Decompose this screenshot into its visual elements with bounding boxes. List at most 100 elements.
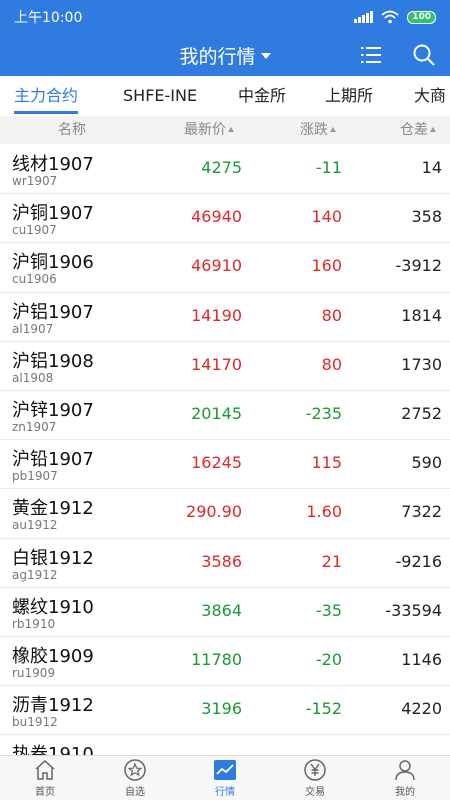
last-price: 3196 [201,699,242,719]
last-price: 46940 [191,207,242,227]
contract-name: 热卷1910 [12,744,94,755]
nav-profile[interactable]: 我的 [360,756,450,800]
price-change: 115 [311,453,342,473]
last-price: 14170 [191,354,242,374]
price-change: 140 [311,207,342,227]
title-bar: 我的行情 [0,34,450,76]
contract-code: zn1907 [12,419,57,434]
open-interest-change: 1730 [401,354,442,374]
table-row[interactable]: 沪铅1907 pb1907 16245 115 590 [0,440,450,490]
table-row[interactable]: 沥青1912 bu1912 3196 -152 4220 [0,686,450,736]
contract-code: cu1907 [12,223,57,238]
open-interest-change: 14 [421,158,442,177]
table-row[interactable]: 沪铜1907 cu1907 46940 140 358 [0,194,450,244]
open-interest-change: 2752 [401,403,442,423]
sort-icon [430,127,436,132]
contract-code: wr1907 [12,174,58,188]
table-row[interactable]: 螺纹1910 rb1910 3864 -35 -33594 [0,588,450,637]
nav-watchlist[interactable]: 自选 [90,756,180,800]
nav-label: 自选 [125,787,145,798]
table-row[interactable]: 橡胶1909 ru1909 11780 -20 1146 [0,637,450,687]
open-interest-change: 7322 [401,502,442,522]
price-change: -152 [305,699,342,719]
open-interest-change: -9216 [395,551,443,571]
contract-name: 黄金1912 [12,498,94,520]
contract-code: pb1907 [12,469,58,484]
contract-name: 螺纹1910 [12,596,94,618]
star-icon [124,759,146,781]
chart-icon [214,760,236,780]
last-price: 46910 [191,256,242,276]
table-row[interactable]: 沪铜1906 cu1906 46910 160 -3912 [0,243,450,293]
open-interest-change: 1814 [401,305,442,325]
nav-market[interactable]: 行情 [180,756,270,800]
price-change: 21 [321,551,342,571]
last-price: 20145 [191,403,242,423]
contract-code: ag1912 [12,567,58,582]
column-name: 名称 [58,122,86,138]
contract-name: 橡胶1909 [12,645,94,667]
price-change: -235 [305,403,342,423]
nav-label: 首页 [35,787,55,798]
nav-label: 交易 [305,787,325,798]
price-change: 1.60 [306,502,342,522]
column-oi-label: 仓差 [400,122,428,138]
price-change: -35 [315,600,342,620]
quote-list: 线材1907 wr1907 4275 -11 14 沪铜1907 cu1907 46940 14… [0,145,450,755]
user-icon [395,760,415,781]
column-price-label: 最新价 [184,122,226,138]
contract-name: 沪铜1907 [12,203,94,225]
contract-code: cu1906 [12,272,57,287]
last-price: 16245 [191,453,242,473]
price-change: -20 [315,649,342,669]
contract-code: rb1910 [12,616,56,631]
status-time: 上午10:00 [14,10,83,26]
search-icon[interactable] [412,43,436,67]
status-bar: 上午10:00 100 [0,0,450,34]
column-oi[interactable]: 仓差 [400,116,436,144]
last-price: 11780 [191,649,242,669]
last-price: 3864 [201,600,242,620]
contract-code: al1908 [12,370,54,385]
open-interest-change: 4220 [401,699,442,719]
price-change: -11 [315,158,342,177]
tab-shfe[interactable]: 上期所 [325,76,373,116]
battery-icon: 100 [407,10,436,24]
wifi-icon [381,10,399,24]
table-row[interactable]: 白银1912 ag1912 3586 21 -9216 [0,539,450,588]
contract-code: bu1912 [12,715,58,730]
contract-code: al1907 [12,321,54,336]
yen-icon [304,759,326,781]
table-row[interactable]: 线材1907 wr1907 4275 -11 14 [0,145,450,195]
last-price: 290.90 [186,502,242,522]
column-price[interactable]: 最新价 [184,116,234,144]
table-row[interactable]: 沪铝1908 al1908 14170 80 1730 [0,342,450,391]
contract-name: 沪铜1906 [12,252,94,274]
nav-label: 我的 [395,787,415,798]
open-interest-change: 358 [411,207,442,227]
list-icon[interactable] [360,44,382,66]
contract-name: 沪铝1908 [12,350,94,372]
sort-icon [228,127,234,132]
tab-shfe-ine[interactable]: SHFE-INE [123,76,197,116]
tab-dce[interactable]: 大商 [414,76,446,116]
contract-name: 线材1907 [12,154,94,175]
column-change[interactable]: 涨跌 [300,116,336,144]
tab-cffex[interactable]: 中金所 [238,76,286,116]
nav-trade[interactable]: 交易 [270,756,360,800]
last-price: 4275 [201,158,242,177]
exchange-tabs: 主力合约 SHFE-INE 中金所 上期所 大商 [0,76,450,116]
contract-code: ru1909 [12,665,56,680]
bottom-nav: 首页 自选 行情 交易 我的 [0,755,450,800]
table-row[interactable]: 热卷1910 [0,735,450,755]
title-dropdown[interactable]: 我的行情 [0,34,450,76]
page-title: 我的行情 [179,45,256,68]
tab-main-contracts[interactable]: 主力合约 [14,76,79,116]
caret-down-icon [260,53,271,59]
table-row[interactable]: 沪铝1907 al1907 14190 80 1814 [0,293,450,342]
contract-name: 沥青1912 [12,695,94,717]
nav-home[interactable]: 首页 [0,756,90,800]
price-change: 160 [311,256,342,276]
table-row[interactable]: 黄金1912 au1912 290.90 1.60 7322 [0,489,450,539]
table-row[interactable]: 沪锌1907 zn1907 20145 -235 2752 [0,391,450,441]
